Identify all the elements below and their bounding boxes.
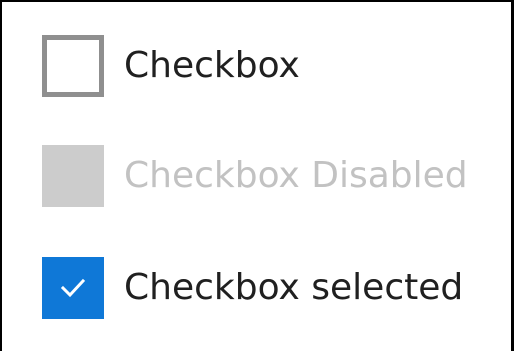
checkbox-default[interactable] bbox=[42, 35, 104, 97]
checkbox-default-label[interactable]: Checkbox bbox=[124, 35, 300, 97]
checkbox-disabled bbox=[42, 145, 104, 207]
checkmark-icon bbox=[60, 278, 86, 298]
checkbox-disabled-label: Checkbox Disabled bbox=[124, 155, 468, 196]
checkbox-row-disabled: Checkbox Disabled bbox=[42, 145, 468, 207]
checkbox-selected-label[interactable]: Checkbox selected bbox=[124, 257, 463, 319]
checkbox-row-default[interactable]: Checkbox bbox=[42, 35, 300, 97]
checkbox-selected[interactable] bbox=[42, 257, 104, 319]
checkbox-panel: Checkbox Checkbox Disabled Checkbox sele… bbox=[0, 0, 514, 351]
checkbox-row-selected[interactable]: Checkbox selected bbox=[42, 257, 463, 319]
